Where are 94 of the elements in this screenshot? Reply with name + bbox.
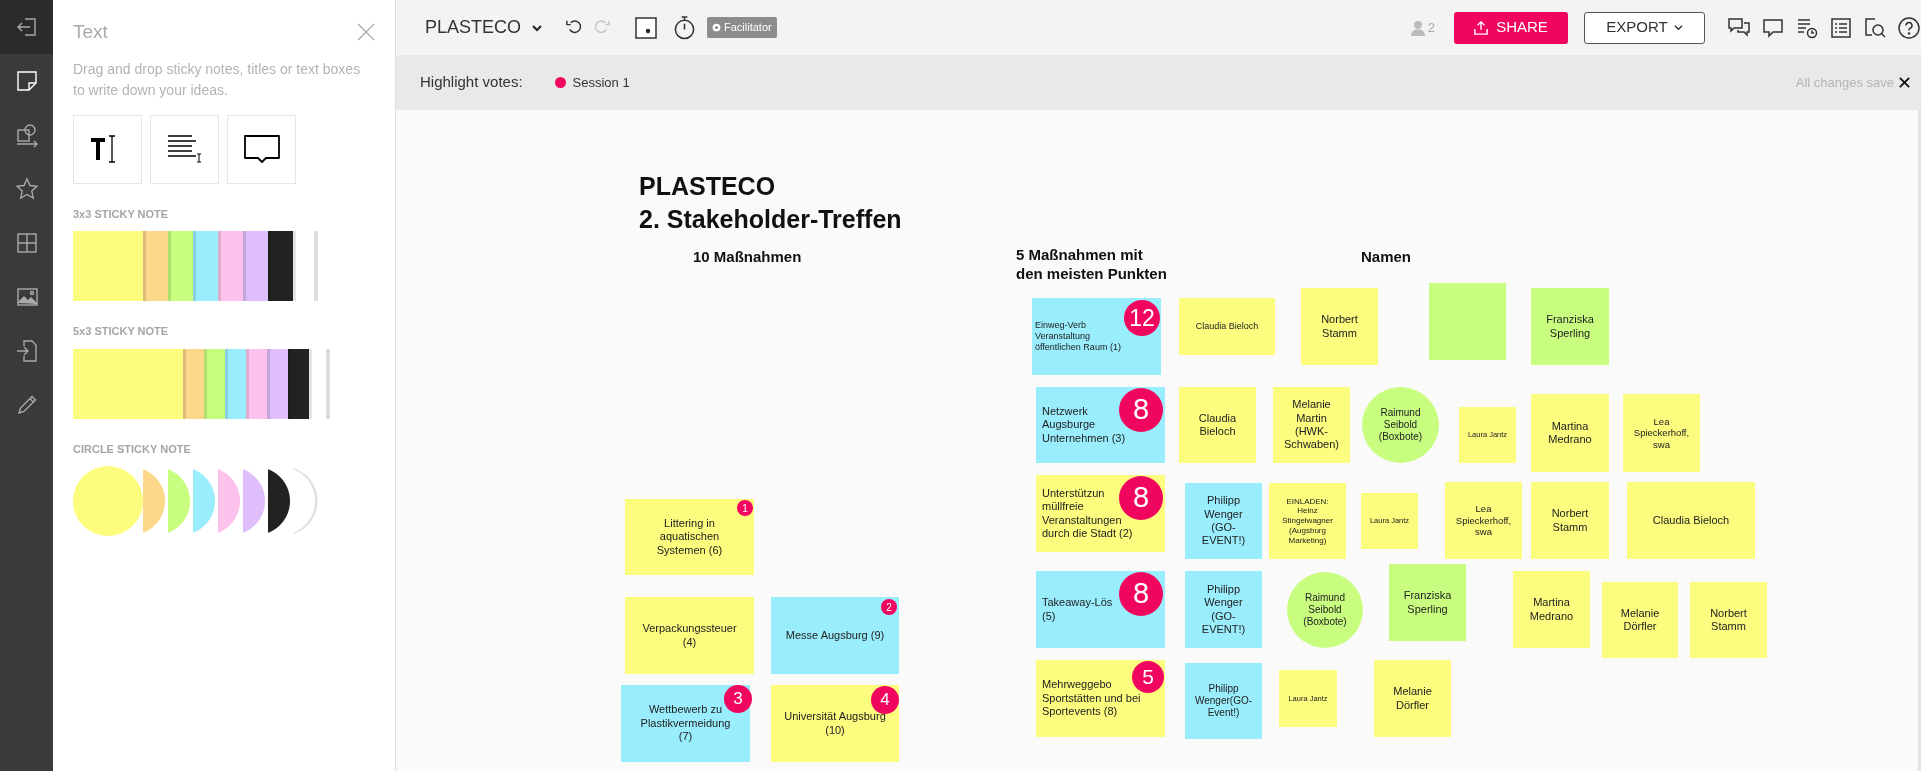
section-label: CIRCLE STICKY NOTE bbox=[73, 441, 192, 457]
wide-sticky-swatch[interactable] bbox=[225, 348, 246, 419]
note-text: Franziska Sperling bbox=[1546, 313, 1594, 340]
sticky-note[interactable]: Verpackungssteuer (4) bbox=[625, 597, 754, 674]
wide-sticky-swatch[interactable] bbox=[204, 348, 225, 419]
participant-count: 2 bbox=[1427, 18, 1435, 37]
sticky-note[interactable]: Lea Spieckerhoff, swa bbox=[1623, 394, 1700, 472]
square-sticky-swatch[interactable] bbox=[168, 231, 193, 301]
circle-sticky-note[interactable]: Raimund Seibold (Boxbote) bbox=[1287, 572, 1363, 648]
star-icon[interactable] bbox=[13, 176, 40, 202]
note-text: Claudia Bieloch bbox=[1652, 513, 1730, 528]
square-sticky-swatch[interactable] bbox=[268, 231, 293, 301]
close-icon[interactable] bbox=[1898, 76, 1911, 89]
sticky-note[interactable]: Melanie Dörfler bbox=[1602, 582, 1678, 658]
note-text: Norbert Stamm bbox=[1321, 313, 1358, 340]
sticky-note[interactable]: Franziska Sperling bbox=[1389, 564, 1466, 641]
square-sticky-swatch[interactable] bbox=[143, 231, 168, 301]
sticky-note[interactable]: Franziska Sperling bbox=[1531, 288, 1609, 365]
session-dot[interactable] bbox=[554, 77, 566, 88]
note-text: Norbert Stamm bbox=[1551, 507, 1589, 534]
note-text: Philipp Wenger (GO- EVENT!) bbox=[1201, 494, 1246, 548]
export-button[interactable]: EXPORT bbox=[1584, 11, 1705, 44]
note-text: Verpackungssteuer (4) bbox=[642, 622, 737, 649]
note-text: Claudia Bieloch bbox=[1198, 411, 1237, 439]
highlight-label: Highlight votes: bbox=[420, 72, 523, 93]
upload-icon bbox=[1474, 20, 1489, 35]
title-tool-button[interactable] bbox=[73, 114, 142, 184]
sticky-note[interactable]: Melanie Dörfler bbox=[1374, 660, 1451, 737]
note-text: Einweg-Verb Veranstaltung öffentlichen Raum (1) bbox=[1035, 320, 1121, 353]
paragraph-tool-button[interactable] bbox=[150, 114, 219, 184]
list-icon[interactable] bbox=[1829, 15, 1853, 40]
note-text: Martina Medrano bbox=[1529, 596, 1574, 623]
square-sticky-swatch[interactable] bbox=[193, 231, 218, 301]
sticky-note[interactable]: Melanie Martin (HWK- Schwaben) bbox=[1273, 387, 1350, 463]
sticky-note[interactable]: Norbert Stamm bbox=[1531, 482, 1609, 559]
board-title[interactable]: PLASTECO bbox=[425, 14, 522, 41]
session-label[interactable]: Session 1 bbox=[572, 72, 630, 93]
note-text: Littering in aquatischen Systemen (6) bbox=[656, 516, 723, 558]
facilitator-badge: Facilitator bbox=[707, 17, 777, 38]
wide-sticky-swatch[interactable] bbox=[183, 348, 204, 419]
frame-icon[interactable] bbox=[635, 16, 658, 39]
note-text: Norbert Stamm bbox=[1710, 606, 1747, 634]
wide-sticky-swatch[interactable] bbox=[267, 348, 288, 419]
note-text: Martina Medrano bbox=[1548, 419, 1592, 447]
share-button[interactable]: SHARE bbox=[1454, 11, 1568, 44]
board-heading: PLASTECO bbox=[639, 171, 776, 202]
note-text: EINLADEN: Heinz Stingelwagner (Augsburg Marketing) bbox=[1282, 496, 1333, 546]
section-label: 3x3 STICKY NOTE bbox=[73, 206, 170, 222]
sticky-note[interactable]: Martina Medrano bbox=[1531, 394, 1609, 472]
note-text: Takeaway-Lös (5) bbox=[1042, 596, 1113, 623]
column-heading: Namen bbox=[1361, 247, 1412, 266]
sticky-note[interactable]: Martina Medrano bbox=[1513, 571, 1590, 648]
board-heading: 2. Stakeholder-Treffen bbox=[639, 204, 902, 235]
callout-tool-button[interactable] bbox=[227, 114, 296, 184]
note-text: Raimund Seibold (Boxbote) bbox=[1378, 406, 1423, 444]
sticky-note[interactable]: Lea Spieckerhoff, swa bbox=[1445, 482, 1522, 559]
note-text: Philipp Wenger (GO- EVENT!) bbox=[1201, 582, 1246, 637]
wide-sticky-swatch[interactable] bbox=[73, 348, 183, 419]
square-sticky-swatch[interactable] bbox=[73, 231, 143, 301]
note-text: Claudia Bieloch bbox=[1195, 321, 1259, 332]
note-text: Franziska Sperling bbox=[1403, 589, 1452, 616]
note-text: Melanie Dörfler bbox=[1393, 685, 1432, 712]
sticky-note[interactable]: Norbert Stamm bbox=[1690, 582, 1767, 658]
caret-icon bbox=[1673, 23, 1683, 32]
square-sticky-swatch[interactable] bbox=[218, 231, 243, 301]
note-text: Messe Augsburg (9) bbox=[785, 628, 885, 643]
sticky-note[interactable]: Claudia Bieloch bbox=[1627, 482, 1755, 559]
panel-title: Text bbox=[73, 20, 108, 44]
wide-sticky-swatch[interactable] bbox=[288, 348, 309, 419]
panel-description: Drag and drop sticky notes, titles or text boxes to write down your ideas. bbox=[73, 59, 362, 100]
note-text: Melanie Martin (HWK- Schwaben) bbox=[1283, 398, 1339, 452]
note-text: Raimund Seibold (Boxbote) bbox=[1303, 591, 1347, 629]
section-label: 5x3 STICKY NOTE bbox=[73, 324, 170, 339]
column-heading: 10 Maßnahmen bbox=[693, 247, 802, 266]
sticky-note[interactable]: Philipp Wenger (GO- EVENT!) bbox=[1185, 571, 1262, 648]
note-text: Lea Spieckerhoff, swa bbox=[1633, 415, 1690, 451]
exit-button[interactable] bbox=[0, 0, 53, 54]
circle-sticky-note[interactable]: Raimund Seibold (Boxbote) bbox=[1362, 387, 1439, 463]
search-icon[interactable] bbox=[1863, 15, 1887, 40]
note-text: Philipp Wenger(GO- Event!) bbox=[1194, 682, 1253, 720]
square-sticky-swatch[interactable] bbox=[243, 231, 268, 301]
note-text: Lea Spieckerhoff, swa bbox=[1455, 503, 1512, 538]
sticky-note[interactable]: Philipp Wenger(GO- Event!) bbox=[1185, 663, 1262, 739]
help-icon[interactable] bbox=[1897, 15, 1921, 40]
sticky-note[interactable]: Philipp Wenger (GO- EVENT!) bbox=[1185, 483, 1262, 559]
note-text: Melanie Dörfler bbox=[1620, 606, 1660, 634]
sticky-note[interactable]: Claudia Bieloch bbox=[1179, 298, 1275, 355]
stopwatch-icon[interactable] bbox=[673, 15, 697, 40]
wide-sticky-swatch[interactable] bbox=[246, 348, 267, 419]
column-heading: 5 Maßnahmen mit den meisten Punkten bbox=[1016, 245, 1167, 283]
sticky-note[interactable]: EINLADEN: Heinz Stingelwagner (Augsburg Marketing) bbox=[1269, 483, 1346, 559]
sticky-note[interactable]: Norbert Stamm bbox=[1301, 288, 1378, 365]
comments-icon[interactable] bbox=[1727, 15, 1751, 40]
sticky-note[interactable]: Claudia Bieloch bbox=[1179, 387, 1256, 463]
